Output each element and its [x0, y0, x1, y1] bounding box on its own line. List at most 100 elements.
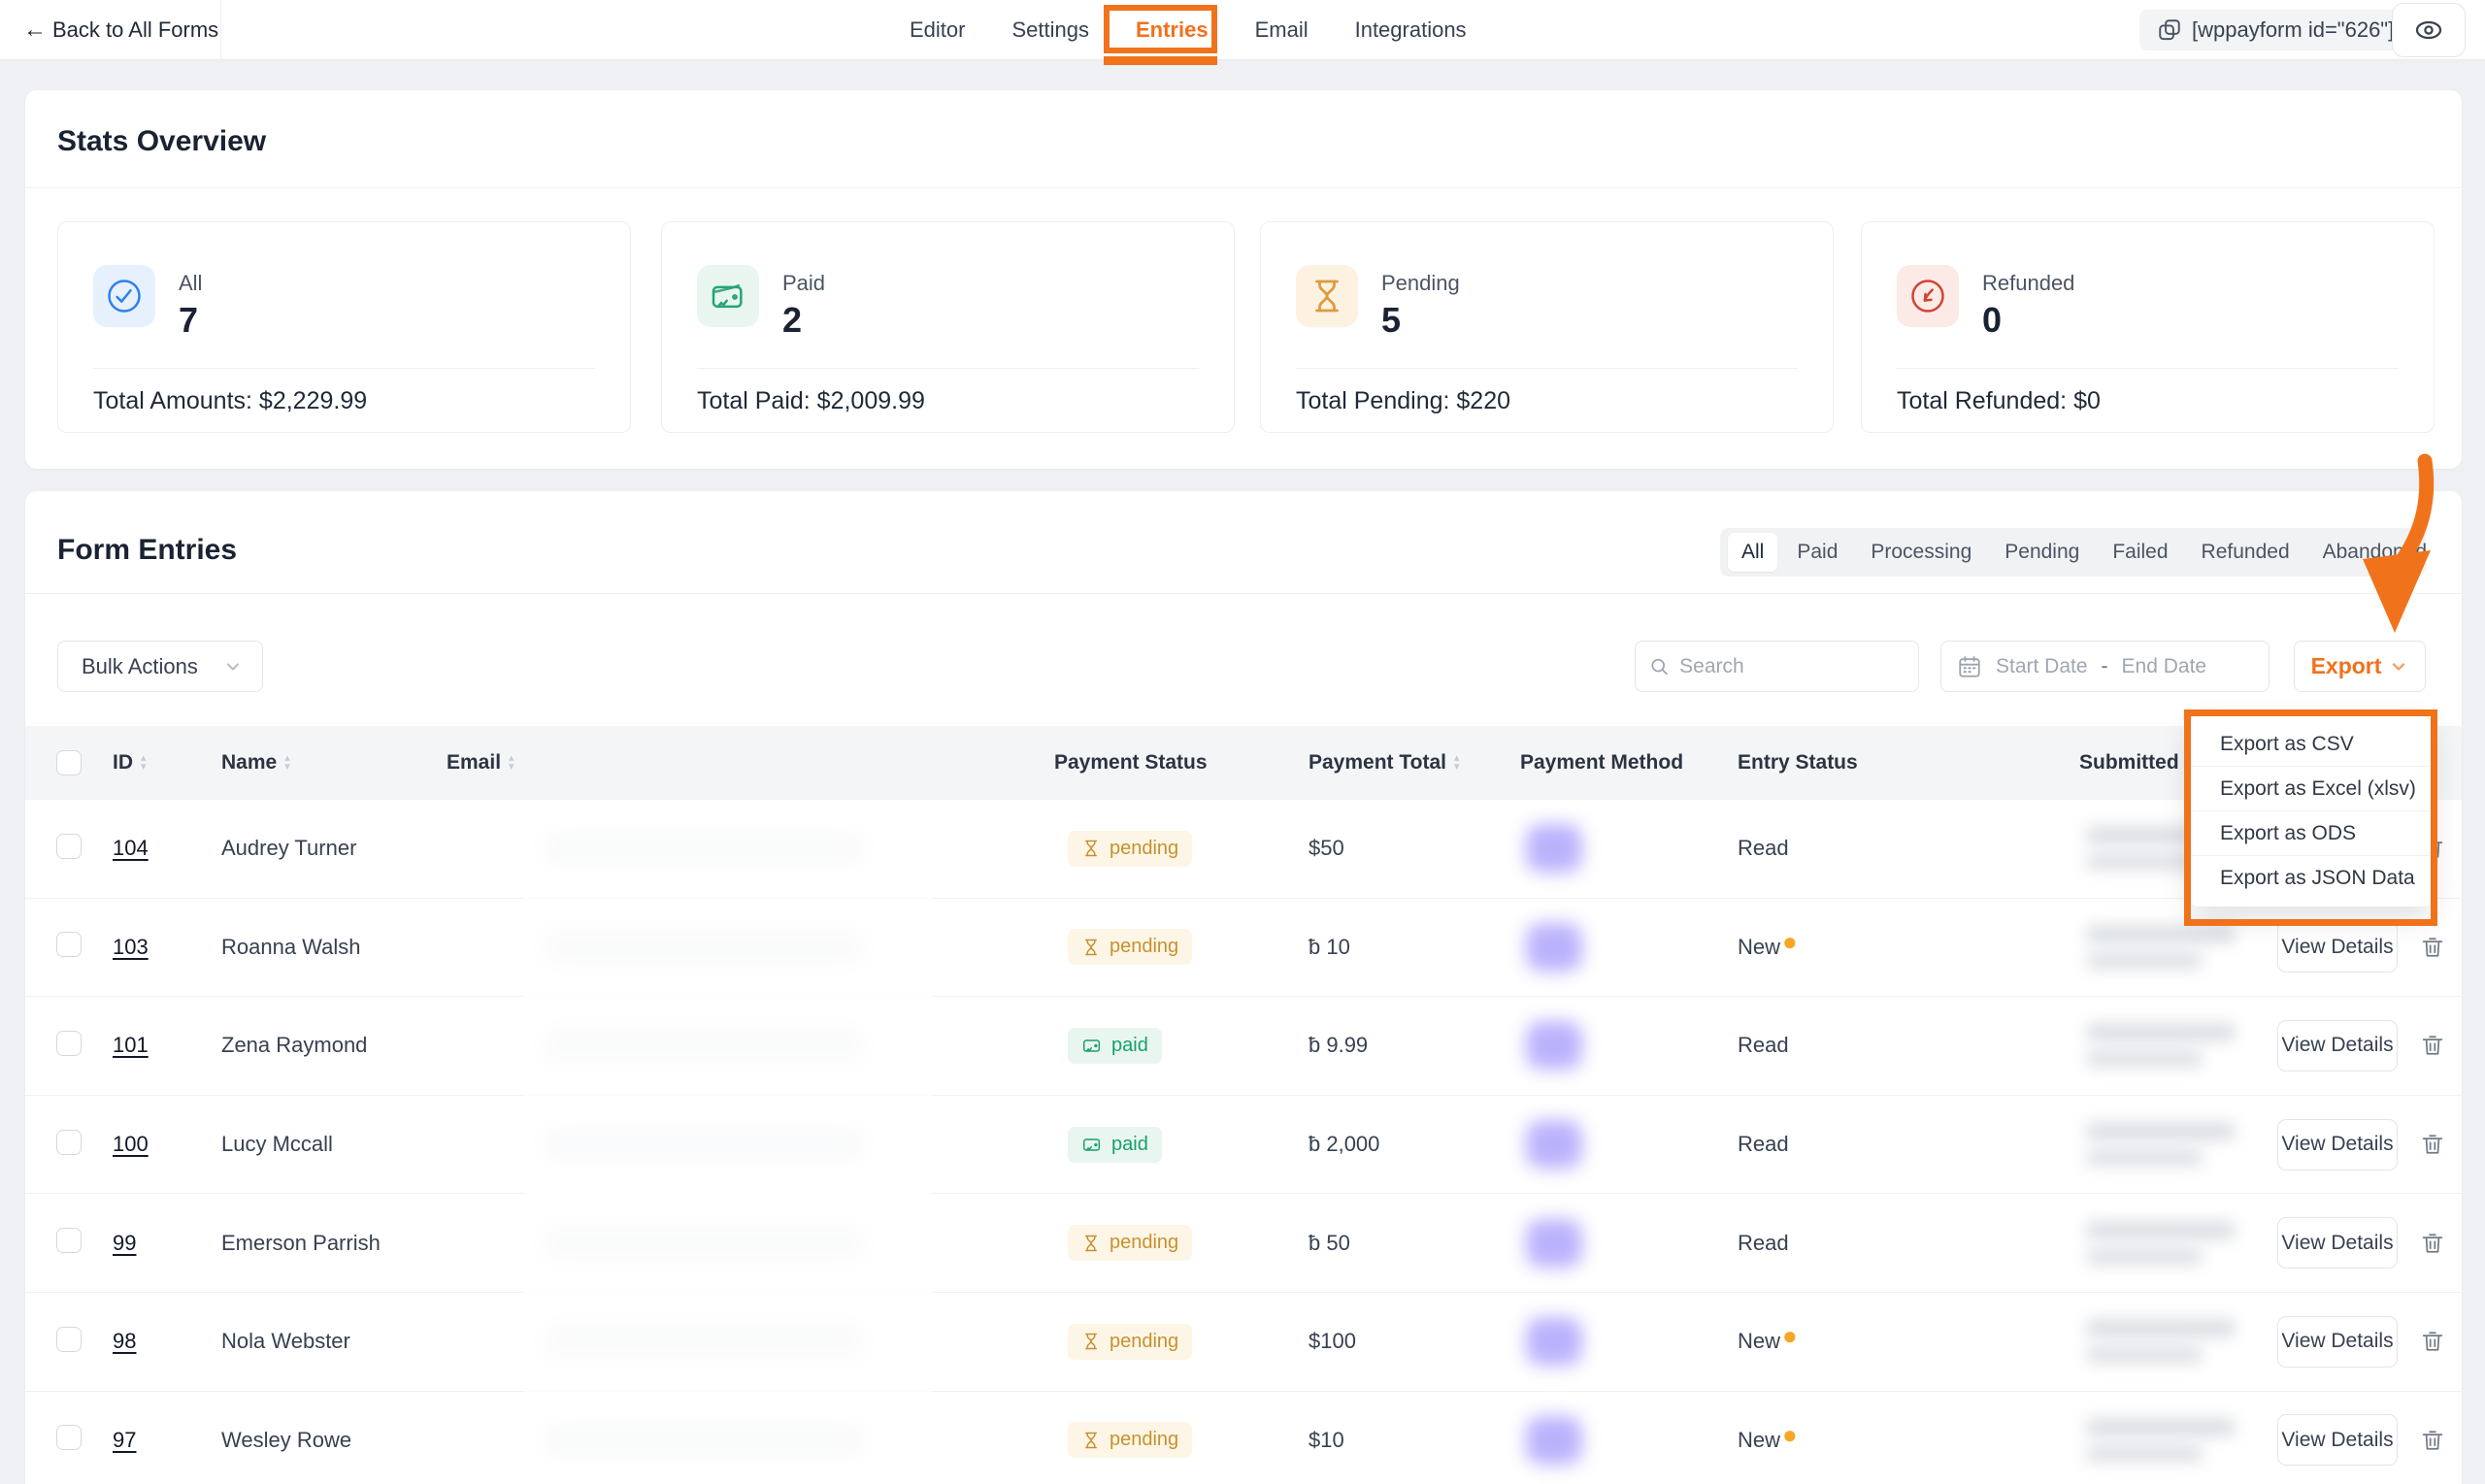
- entry-id-link[interactable]: 103: [113, 935, 149, 959]
- redacted-line: [2087, 1050, 2202, 1067]
- payment-status-cell: pending: [1044, 1422, 1299, 1458]
- delete-entry-button[interactable]: [2419, 1230, 2446, 1257]
- redacted-line: [2087, 1419, 2235, 1435]
- delete-entry-button[interactable]: [2419, 1328, 2446, 1355]
- filter-pending[interactable]: Pending: [1991, 533, 2093, 572]
- redacted-line: [2087, 1346, 2202, 1363]
- entry-name: Audrey Turner: [221, 836, 356, 860]
- entry-id-link[interactable]: 98: [113, 1329, 136, 1353]
- view-details-button[interactable]: View Details: [2277, 1119, 2398, 1171]
- new-entry-dot: ●: [1782, 1428, 1798, 1441]
- tab-integrations[interactable]: Integrations: [1355, 17, 1467, 43]
- filter-abandoned[interactable]: Abandoned: [2309, 533, 2440, 572]
- row-checkbox[interactable]: [56, 1130, 82, 1155]
- stat-card-all: All 7 Total Amounts: $2,229.99: [57, 221, 631, 433]
- delete-entry-button[interactable]: [2419, 1427, 2446, 1454]
- entry-id-link[interactable]: 97: [113, 1428, 136, 1452]
- row-checkbox[interactable]: [56, 834, 82, 859]
- end-date-placeholder[interactable]: End Date: [2122, 655, 2207, 678]
- submitted-at-redacted-blur: [2087, 1123, 2277, 1166]
- row-checkbox[interactable]: [56, 932, 82, 957]
- export-menu-item-1[interactable]: Export as Excel (xlsv): [2191, 767, 2431, 811]
- export-menu-item-0[interactable]: Export as CSV: [2191, 722, 2431, 767]
- stat-total: Total Refunded: $0: [1897, 387, 2101, 415]
- search-input[interactable]: [1679, 655, 1905, 678]
- export-menu-item-3[interactable]: Export as JSON Data: [2191, 856, 2431, 901]
- entry-name-cell: Audrey Turner: [212, 836, 437, 861]
- stat-label: Refunded: [1982, 271, 2074, 296]
- entry-name-cell: Roanna Walsh: [212, 935, 437, 960]
- view-details-button[interactable]: View Details: [2277, 1020, 2398, 1072]
- entry-status: Read: [1738, 1033, 1789, 1058]
- entry-status: New●: [1738, 1329, 1798, 1354]
- payment-method-cell: [1510, 1120, 1728, 1169]
- redacted-line: [2087, 1248, 2202, 1265]
- payment-total: $100: [1309, 1329, 1356, 1353]
- view-details-button[interactable]: View Details: [2277, 1217, 2398, 1269]
- view-details-button[interactable]: View Details: [2277, 1316, 2398, 1368]
- column-header-id[interactable]: ID▴▾: [103, 751, 212, 775]
- entry-id-link[interactable]: 100: [113, 1132, 149, 1156]
- preview-button[interactable]: [2392, 3, 2466, 57]
- column-header-payment-total[interactable]: Payment Total▴▾: [1299, 751, 1510, 775]
- shortcode-copy-button[interactable]: [wppayform id="626"]: [2139, 10, 2411, 50]
- tab-editor[interactable]: Editor: [910, 17, 965, 43]
- start-date-placeholder[interactable]: Start Date: [1996, 655, 2088, 678]
- delete-entry-button[interactable]: [2419, 934, 2446, 961]
- payment-method-redacted-badge: [1526, 824, 1582, 873]
- filter-all[interactable]: All: [1728, 533, 1777, 572]
- table-header-row: ID▴▾ Name▴▾ Email▴▾ Payment Status Payme…: [25, 726, 2462, 800]
- entry-status-cell: Read: [1728, 1231, 2070, 1256]
- form-entries-title: Form Entries: [57, 534, 237, 567]
- wallet-icon: [1081, 1134, 1103, 1155]
- eye-icon: [2413, 15, 2444, 46]
- payment-total: ƀ 10: [1309, 935, 1350, 959]
- sort-icon[interactable]: ▴▾: [141, 754, 147, 772]
- row-checkbox[interactable]: [56, 1031, 82, 1056]
- column-header-email[interactable]: Email▴▾: [437, 751, 1044, 775]
- entry-name-cell: Zena Raymond: [212, 1033, 437, 1058]
- entry-status-cell: Read: [1728, 836, 2070, 861]
- filter-processing[interactable]: Processing: [1857, 533, 1985, 572]
- row-checkbox[interactable]: [56, 1228, 82, 1253]
- column-header-name[interactable]: Name▴▾: [212, 751, 437, 775]
- stat-count: 0: [1982, 300, 2002, 341]
- sort-icon[interactable]: ▴▾: [509, 754, 514, 772]
- sort-icon[interactable]: ▴▾: [284, 754, 290, 772]
- date-range-picker[interactable]: Start Date - End Date: [1940, 641, 2270, 692]
- back-label: Back to All Forms: [52, 17, 218, 43]
- entry-id-link[interactable]: 101: [113, 1033, 149, 1057]
- export-menu-item-2[interactable]: Export as ODS: [2191, 811, 2431, 856]
- view-details-button[interactable]: View Details: [2277, 1414, 2398, 1466]
- tab-settings[interactable]: Settings: [1011, 17, 1089, 43]
- select-all-checkbox[interactable]: [56, 750, 82, 775]
- view-details-button[interactable]: View Details: [2277, 921, 2398, 973]
- export-button[interactable]: Export: [2294, 641, 2426, 692]
- entry-email-cell: [437, 1029, 1044, 1062]
- delete-entry-button[interactable]: [2419, 1131, 2446, 1158]
- entry-id-cell: 103: [103, 935, 212, 960]
- row-checkbox[interactable]: [56, 1327, 82, 1352]
- row-actions-cell: View Details: [2277, 1316, 2462, 1368]
- filter-failed[interactable]: Failed: [2099, 533, 2181, 572]
- row-actions-cell: View Details: [2277, 1217, 2462, 1269]
- row-checkbox[interactable]: [56, 1425, 82, 1450]
- delete-entry-button[interactable]: [2419, 1032, 2446, 1059]
- entry-status-cell: Read: [1728, 1132, 2070, 1157]
- filter-refunded[interactable]: Refunded: [2188, 533, 2303, 572]
- export-label: Export: [2311, 653, 2382, 679]
- row-checkbox-cell: [25, 932, 103, 962]
- payment-method-cell: [1510, 1416, 1728, 1465]
- sort-icon[interactable]: ▴▾: [1454, 754, 1460, 772]
- filter-paid[interactable]: Paid: [1783, 533, 1851, 572]
- back-to-all-forms-button[interactable]: ← Back to All Forms: [0, 0, 221, 60]
- stat-total: Total Pending: $220: [1296, 387, 1510, 415]
- entry-id-link[interactable]: 99: [113, 1231, 136, 1255]
- tab-entries[interactable]: Entries: [1136, 17, 1209, 43]
- entry-id-link[interactable]: 104: [113, 836, 149, 860]
- row-checkbox-cell: [25, 1327, 103, 1357]
- payment-method-cell: [1510, 824, 1728, 873]
- entry-email-cell: [437, 832, 1044, 865]
- bulk-actions-dropdown[interactable]: Bulk Actions: [57, 641, 263, 692]
- tab-email[interactable]: Email: [1255, 17, 1309, 43]
